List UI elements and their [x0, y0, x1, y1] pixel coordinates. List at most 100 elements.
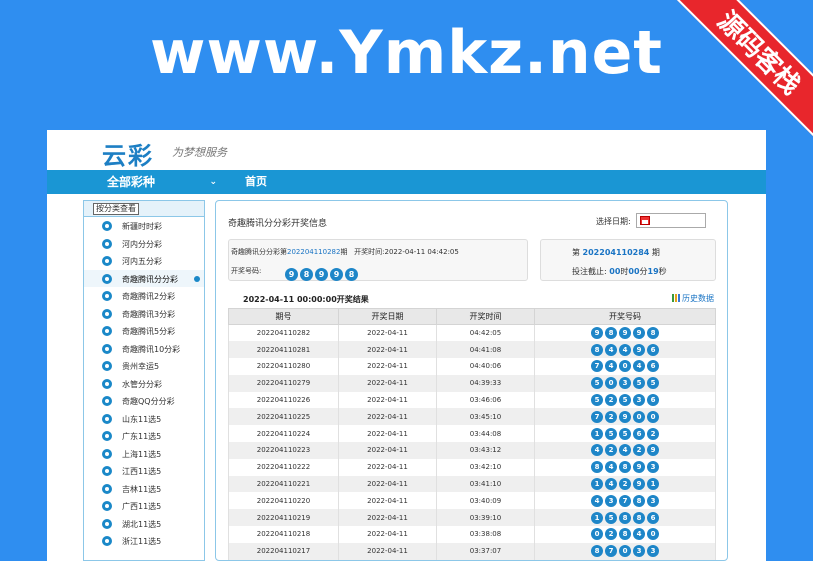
number-ball: 0: [619, 360, 631, 373]
sidebar-item[interactable]: 奇趣腾讯5分彩: [84, 322, 204, 340]
issue-cell: 202204110222: [228, 458, 339, 476]
sidebar-item[interactable]: 河内五分彩: [84, 252, 204, 270]
table-row: 202204110282 2022-04-11 04:42:05 9 8 9 9 8: [228, 324, 716, 342]
number-ball: 9: [633, 327, 645, 340]
logo[interactable]: 云彩: [102, 136, 154, 171]
sidebar-item[interactable]: 奇趣腾讯3分彩: [84, 305, 204, 323]
time-cell: 04:40:06: [436, 358, 535, 375]
circle-dot-icon: [102, 308, 112, 319]
circle-dot-icon: [102, 361, 112, 371]
circle-dot-icon: [102, 221, 112, 231]
all-lottery-menu[interactable]: 全部彩种 ⌄: [107, 170, 217, 194]
date-cell: 2022-04-11: [338, 509, 437, 527]
sidebar-item[interactable]: 上海11选5: [84, 445, 204, 463]
number-ball: 5: [647, 377, 659, 390]
number-ball: 5: [605, 427, 617, 440]
date-picker-input[interactable]: [636, 213, 706, 228]
sidebar-item[interactable]: 广西11选5: [84, 497, 204, 515]
issue-cell: 202204110219: [228, 509, 339, 527]
time-cell: 03:42:10: [436, 458, 535, 476]
time-cell: 03:40:09: [436, 492, 535, 510]
issue-cell: 202204110220: [228, 492, 339, 510]
circle-dot-icon: [102, 448, 112, 459]
results-body: 202204110282 2022-04-11 04:42:05 9 8 9 9 8 20220…: [228, 324, 716, 560]
sidebar-item[interactable]: 贵州幸运5: [84, 357, 204, 375]
sidebar-item-label: 吉林11选5: [122, 484, 162, 494]
number-ball: 1: [647, 478, 659, 491]
sidebar-item[interactable]: 水管分分彩: [84, 375, 204, 393]
number-ball: 9: [330, 268, 343, 281]
numbers-cell: 74046: [534, 358, 716, 375]
number-ball: 4: [633, 360, 645, 373]
results-header: 2022-04-11 00:00:00开奖结果 历史数据: [228, 291, 716, 307]
all-lottery-label: 全部彩种: [107, 175, 156, 189]
nav-home-link[interactable]: 首页: [245, 170, 267, 194]
numbers-cell: 84893: [534, 458, 716, 476]
sidebar-item-label: 江西11选5: [122, 467, 162, 476]
sidebar-item[interactable]: 广东11选5: [84, 427, 204, 445]
sidebar-item[interactable]: 奇趣腾讯2分彩: [84, 287, 204, 305]
number-ball: 2: [605, 394, 617, 407]
number-ball: 4: [619, 444, 631, 457]
current-draw-line: 奇趣腾讯分分彩第202204110282期 开奖时间:2022-04-11 04…: [231, 247, 459, 257]
sidebar-item[interactable]: 奇趣腾讯10分彩: [84, 340, 204, 358]
sidebar-item-label: 新疆时时彩: [122, 222, 162, 231]
number-ball: 9: [633, 461, 645, 474]
current-time-label: 开奖时间:: [354, 248, 385, 256]
date-cell: 2022-04-11: [338, 442, 437, 459]
date-cell: 2022-04-11: [338, 374, 437, 392]
date-cell: 2022-04-11: [338, 542, 437, 560]
table-row: 202204110223 2022-04-11 03:43:12 4 2 4 2 9: [228, 442, 716, 459]
sidebar-item[interactable]: 湖北11选5: [84, 515, 204, 533]
sidebar-item[interactable]: 奇趣腾讯分分彩: [84, 269, 204, 287]
numbers-cell: 02840: [534, 526, 716, 543]
numbers-cell: 84496: [534, 341, 716, 359]
circle-dot-icon: [102, 273, 112, 284]
number-ball: 3: [647, 545, 659, 558]
number-ball: 0: [647, 528, 659, 541]
number-ball: 5: [633, 377, 645, 390]
sidebar-item[interactable]: 奇趣QQ分分彩: [84, 392, 204, 410]
sidebar-item[interactable]: 山东11选5: [84, 410, 204, 428]
sidebar-item[interactable]: 河内分分彩: [84, 235, 204, 253]
number-ball: 7: [591, 410, 603, 423]
sidebar-item[interactable]: 新疆时时彩: [84, 217, 204, 235]
sidebar-heading: 按分类查看: [84, 201, 204, 217]
circle-dot-icon: [102, 536, 112, 546]
history-link[interactable]: 历史数据: [672, 293, 714, 304]
deadline-minutes: 00: [628, 267, 640, 276]
active-indicator-icon: [194, 275, 200, 282]
number-ball: 7: [591, 360, 603, 373]
number-ball: 1: [591, 511, 603, 524]
time-cell: 03:39:10: [436, 509, 535, 527]
chevron-down-icon: ⌄: [209, 177, 217, 187]
time-cell: 04:42:05: [436, 324, 535, 342]
number-ball: 9: [591, 327, 603, 340]
number-ball: 5: [619, 427, 631, 440]
next-draw-line: 第 202204110284 期: [572, 247, 660, 258]
sidebar-item-label: 奇趣腾讯分分彩: [122, 274, 178, 284]
time-cell: 04:41:08: [436, 341, 535, 359]
number-ball: 3: [647, 494, 659, 507]
circle-dot-icon: [102, 238, 112, 249]
issue-cell: 202204110226: [228, 391, 339, 409]
issue-cell: 202204110225: [228, 408, 339, 426]
calendar-icon[interactable]: [640, 216, 650, 225]
date-cell: 2022-04-11: [338, 526, 437, 543]
time-cell: 03:46:06: [436, 391, 535, 409]
sidebar-item[interactable]: 吉林11选5: [84, 480, 204, 498]
number-ball: 8: [300, 268, 313, 281]
bar-chart-icon: [672, 294, 680, 302]
sidebar-list: 新疆时时彩 河内分分彩 河内五分彩 奇趣腾讯分分彩 奇趣腾讯2分彩 奇趣腾讯3分彩 奇趣腾讯…: [84, 217, 204, 550]
number-ball: 9: [315, 268, 328, 281]
sidebar-item[interactable]: 浙江11选5: [84, 532, 204, 550]
sidebar-item[interactable]: 江西11选5: [84, 462, 204, 480]
sidebar-item-label: 广西11选5: [122, 502, 162, 511]
number-ball: 8: [591, 545, 603, 558]
number-ball: 0: [591, 528, 603, 541]
sidebar-item-label: 奇趣腾讯10分彩: [122, 344, 181, 354]
number-ball: 1: [591, 427, 603, 440]
number-ball: 0: [647, 410, 659, 423]
number-ball: 4: [605, 478, 617, 491]
number-ball: 3: [605, 494, 617, 507]
